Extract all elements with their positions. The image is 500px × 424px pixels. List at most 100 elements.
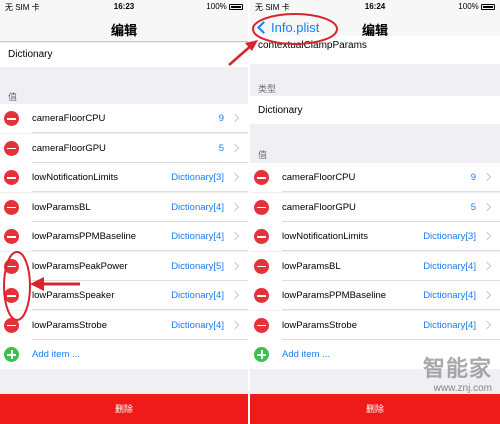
item-value: Dictionary[4]	[171, 201, 224, 213]
delete-button[interactable]: 删除	[250, 394, 500, 424]
type-cell[interactable]: Dictionary	[250, 96, 500, 124]
list-item[interactable]: lowNotificationLimits Dictionary[3]	[0, 163, 248, 192]
battery-percent: 100%	[458, 2, 479, 11]
item-value: Dictionary[4]	[171, 231, 224, 242]
delete-row-icon[interactable]	[4, 288, 19, 303]
type-cell[interactable]: Dictionary	[0, 43, 248, 67]
item-value: Dictionary[4]	[423, 319, 476, 331]
add-item-label: Add item ...	[32, 349, 81, 360]
delete-row-icon[interactable]	[254, 199, 269, 215]
battery-indicator: 100%	[458, 2, 495, 11]
item-key: cameraFloorCPU	[32, 113, 106, 124]
delete-row-icon[interactable]	[4, 199, 19, 215]
item-value: Dictionary[4]	[171, 290, 224, 301]
item-value: Dictionary[4]	[423, 260, 476, 272]
watermark-brand: 智能家	[422, 356, 492, 381]
list-item[interactable]: lowParamsStrobe Dictionary[4]	[250, 310, 500, 340]
add-icon[interactable]	[254, 347, 269, 362]
item-key: lowParamsPPMBaseline	[32, 231, 137, 242]
watermark: 智能家 www.znj.com	[423, 351, 492, 394]
list-item[interactable]: cameraFloorCPU 9	[250, 163, 500, 192]
chevron-right-icon	[230, 231, 240, 241]
chevron-right-icon	[482, 172, 492, 182]
battery-icon	[229, 3, 243, 10]
chevron-right-icon	[230, 172, 240, 182]
list-item[interactable]: lowParamsBL Dictionary[4]	[250, 251, 500, 281]
item-key: lowParamsBL	[32, 201, 91, 213]
item-value: 9	[218, 113, 224, 124]
list-item[interactable]: lowParamsBL Dictionary[4]	[0, 192, 248, 222]
list-item[interactable]: lowParamsStrobe Dictionary[4]	[0, 310, 248, 340]
add-item-row[interactable]: Add item ...	[0, 340, 248, 369]
values-section-label: 值	[258, 150, 268, 160]
delete-row-icon[interactable]	[4, 258, 19, 274]
list-item[interactable]: lowNotificationLimits Dictionary[3]	[250, 222, 500, 251]
item-key: cameraFloorGPU	[282, 201, 356, 213]
delete-row-icon[interactable]	[254, 288, 269, 303]
chevron-right-icon	[230, 290, 240, 300]
type-value: Dictionary	[258, 105, 303, 116]
nav-bar: 编辑	[0, 14, 248, 42]
delete-row-icon[interactable]	[4, 111, 19, 126]
delete-row-icon[interactable]	[254, 317, 269, 333]
item-value: 9	[470, 172, 476, 183]
delete-row-icon[interactable]	[254, 229, 269, 244]
chevron-right-icon	[230, 202, 240, 211]
watermark-url: www.znj.com	[433, 383, 492, 394]
list-item[interactable]: lowParamsPeakPower Dictionary[5]	[0, 251, 248, 281]
item-key: lowParamsPPMBaseline	[282, 290, 387, 301]
item-key: lowParamsStrobe	[282, 319, 357, 331]
battery-indicator: 100%	[206, 2, 243, 11]
list-item[interactable]: lowParamsSpeaker Dictionary[4]	[0, 281, 248, 310]
item-key: lowNotificationLimits	[282, 231, 369, 242]
delete-button[interactable]: 删除	[0, 394, 248, 424]
item-value: 5	[218, 142, 224, 154]
item-key: cameraFloorGPU	[32, 142, 106, 154]
item-value: Dictionary[4]	[423, 290, 476, 301]
list-item[interactable]: cameraFloorGPU 5	[0, 133, 248, 163]
battery-icon	[481, 3, 495, 10]
chevron-right-icon	[230, 113, 240, 123]
values-section-label: 值	[8, 92, 18, 102]
key-name-cell[interactable]: contextualClampParams	[250, 36, 500, 64]
item-key: cameraFloorCPU	[282, 172, 356, 183]
battery-percent: 100%	[206, 2, 227, 11]
chevron-right-icon	[482, 290, 492, 300]
chevron-right-icon	[482, 231, 492, 241]
chevron-right-icon	[482, 261, 492, 270]
page-title: 编辑	[110, 23, 137, 38]
add-icon[interactable]	[4, 347, 19, 362]
item-key: lowParamsSpeaker	[32, 290, 115, 301]
item-key: lowNotificationLimits	[32, 172, 119, 183]
item-value: Dictionary[5]	[171, 260, 224, 272]
list-item[interactable]: cameraFloorCPU 9	[0, 104, 248, 133]
type-section-label: 类型	[258, 84, 277, 94]
list-item[interactable]: cameraFloorGPU 5	[250, 192, 500, 222]
delete-row-icon[interactable]	[4, 140, 19, 156]
left-screen: 无 SIM 卡 16:23 100% 编辑 Dictionary 值 camer…	[0, 0, 248, 424]
item-value: 5	[470, 201, 476, 213]
chevron-right-icon	[230, 261, 240, 270]
item-key: lowParamsStrobe	[32, 319, 107, 331]
chevron-right-icon	[230, 320, 240, 329]
chevron-right-icon	[230, 143, 240, 152]
item-key: lowParamsBL	[282, 260, 341, 272]
item-value: Dictionary[4]	[171, 319, 224, 331]
delete-row-icon[interactable]	[254, 258, 269, 274]
status-bar: 无 SIM 卡 16:23 100%	[0, 0, 248, 14]
delete-row-icon[interactable]	[4, 317, 19, 333]
list-item[interactable]: lowParamsPPMBaseline Dictionary[4]	[0, 222, 248, 251]
add-item-label: Add item ...	[282, 349, 331, 360]
type-value: Dictionary	[8, 49, 53, 60]
delete-row-icon[interactable]	[4, 229, 19, 244]
key-name-value: contextualClampParams	[258, 40, 367, 51]
status-bar: 无 SIM 卡 16:24 100%	[250, 0, 500, 14]
item-value: Dictionary[3]	[171, 172, 224, 183]
delete-row-icon[interactable]	[254, 170, 269, 185]
chevron-right-icon	[482, 202, 492, 211]
item-key: lowParamsPeakPower	[32, 260, 128, 272]
item-value: Dictionary[3]	[423, 231, 476, 242]
list-item[interactable]: lowParamsPPMBaseline Dictionary[4]	[250, 281, 500, 310]
delete-row-icon[interactable]	[4, 170, 19, 185]
chevron-right-icon	[482, 320, 492, 329]
